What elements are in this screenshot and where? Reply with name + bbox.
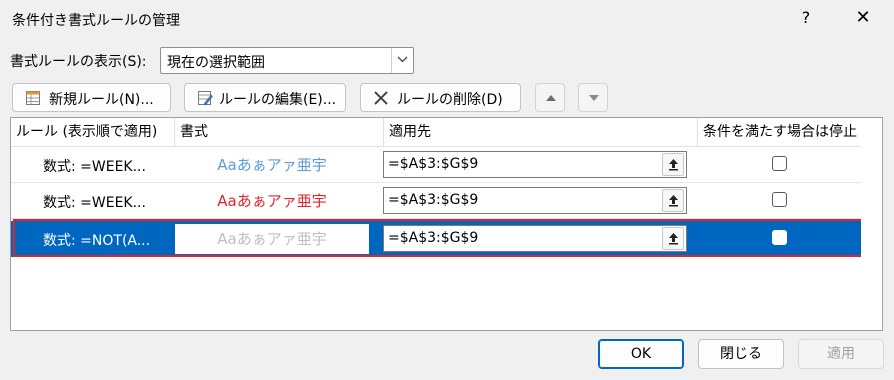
rule-row[interactable]: 数式: =WEEK... Aaあぁアァ亜宇 =$A$3:$G$9: [11, 147, 861, 183]
scroll-area: [861, 118, 882, 330]
dialog-title: 条件付き書式ルールの管理: [12, 13, 180, 29]
applies-to-field[interactable]: =$A$3:$G$9: [383, 187, 687, 214]
show-rules-label: 書式ルールの表示(S):: [10, 54, 147, 70]
range-select-button[interactable]: [662, 189, 684, 212]
applies-to-value: =$A$3:$G$9: [388, 192, 479, 208]
edit-rule-icon: [197, 90, 213, 106]
move-up-button[interactable]: [535, 83, 565, 112]
applies-to-field[interactable]: =$A$3:$G$9: [383, 151, 687, 178]
rule-row[interactable]: 数式: =WEEK... Aaあぁアァ亜宇 =$A$3:$G$9: [11, 183, 861, 219]
show-rules-dropdown[interactable]: 現在の選択範囲: [160, 47, 414, 74]
edit-rule-button[interactable]: ルールの編集(E)...: [184, 83, 346, 112]
rule-description: 数式: =WEEK...: [43, 159, 146, 175]
close-button[interactable]: 閉じる: [698, 339, 784, 369]
close-icon[interactable]: ✕: [846, 4, 880, 32]
move-down-button[interactable]: [578, 83, 608, 112]
apply-button[interactable]: 適用: [798, 339, 884, 369]
delete-rule-label: ルールの削除(D): [397, 92, 503, 108]
column-header-format: 書式: [180, 124, 208, 140]
column-header-stop-if-true: 条件を満たす場合は停止: [703, 124, 857, 140]
format-preview: Aaあぁアァ亜宇: [217, 156, 327, 174]
column-header-applies-to: 適用先: [389, 124, 431, 140]
format-preview: Aaあぁアァ亜宇: [217, 192, 327, 210]
stop-if-true-checkbox[interactable]: [772, 192, 787, 207]
new-rule-button[interactable]: 新規ルール(N)...: [12, 83, 171, 112]
new-rule-label: 新規ルール(N)...: [49, 92, 154, 108]
new-rule-icon: [25, 90, 41, 106]
delete-x-icon: [373, 90, 389, 106]
triangle-up-icon: [546, 95, 556, 101]
range-select-button[interactable]: [662, 153, 684, 176]
title-bar: 条件付き書式ルールの管理 ? ✕: [0, 0, 894, 38]
triangle-down-icon: [589, 95, 599, 101]
ok-button[interactable]: OK: [598, 339, 684, 369]
edit-rule-label: ルールの編集(E)...: [219, 92, 337, 108]
rules-list-panel: ルール (表示順で適用) 書式 適用先 条件を満たす場合は停止 数式: =WEE…: [10, 117, 883, 331]
collapse-arrow-icon: [669, 195, 678, 207]
collapse-arrow-icon: [669, 159, 678, 171]
column-header-rule: ルール (表示順で適用): [16, 124, 158, 140]
show-rules-value: 現在の選択範囲: [167, 55, 265, 71]
rule-description: 数式: =WEEK...: [43, 195, 146, 211]
help-button[interactable]: ?: [795, 4, 817, 32]
stop-if-true-checkbox[interactable]: [772, 156, 787, 171]
chevron-down-icon[interactable]: [391, 48, 413, 73]
delete-rule-button[interactable]: ルールの削除(D): [360, 83, 521, 112]
applies-to-value: =$A$3:$G$9: [388, 156, 479, 172]
highlight-outline: [13, 219, 866, 257]
